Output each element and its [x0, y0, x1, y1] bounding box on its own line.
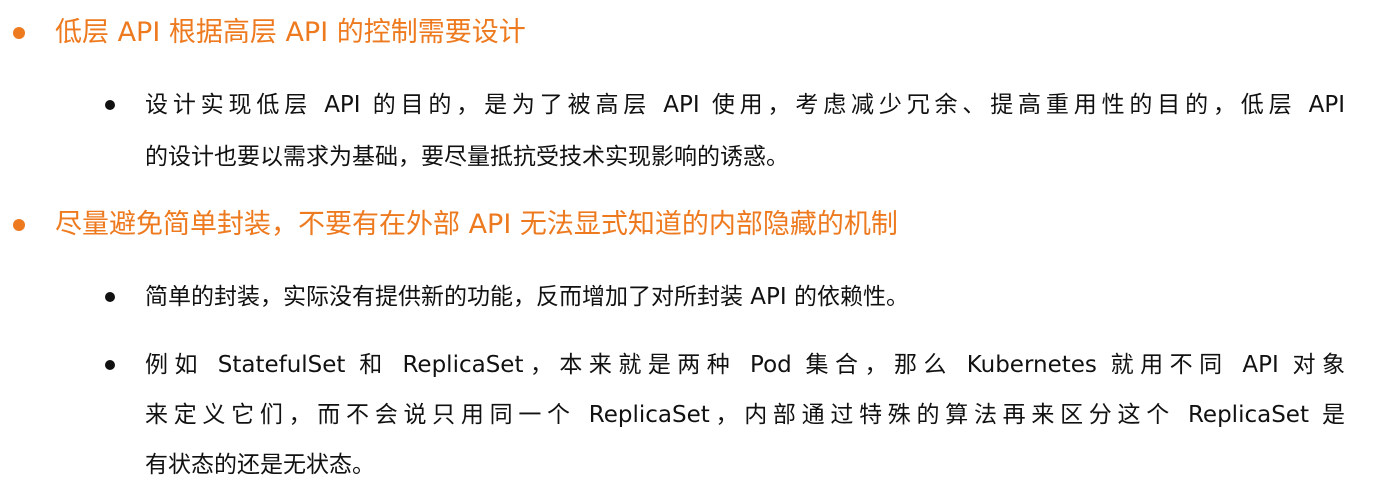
document-page: 低层 API 根据高层 API 的控制需要设计 设计实现低层 API 的目的，是… [0, 0, 1374, 484]
paragraph-line: 来定义它们，而不会说只用同一个 ReplicaSet，内部通过特殊的算法再来区分… [145, 402, 1345, 428]
bullet-heading: 尽量避免简单封装，不要有在外部 API 无法显式知道的内部隐藏的机制 [55, 209, 898, 240]
orange-bullet-icon [13, 219, 25, 231]
bullet-heading: 低层 API 根据高层 API 的控制需要设计 [55, 17, 526, 48]
orange-bullet-icon [13, 27, 25, 39]
black-bullet-icon [105, 100, 115, 110]
paragraph-line: 有状态的还是无状态。 [145, 452, 375, 478]
black-bullet-icon [105, 360, 115, 370]
black-bullet-icon [105, 292, 115, 302]
paragraph-line: 简单的封装，实际没有提供新的功能，反而增加了对所封装 API 的依赖性。 [145, 284, 910, 310]
paragraph-line: 例如 StatefulSet 和 ReplicaSet，本来就是两种 Pod 集… [145, 352, 1345, 378]
paragraph-line: 设计实现低层 API 的目的，是为了被高层 API 使用，考虑减少冗余、提高重用… [145, 92, 1345, 118]
paragraph-line: 的设计也要以需求为基础，要尽量抵抗受技术实现影响的诱惑。 [145, 144, 789, 170]
